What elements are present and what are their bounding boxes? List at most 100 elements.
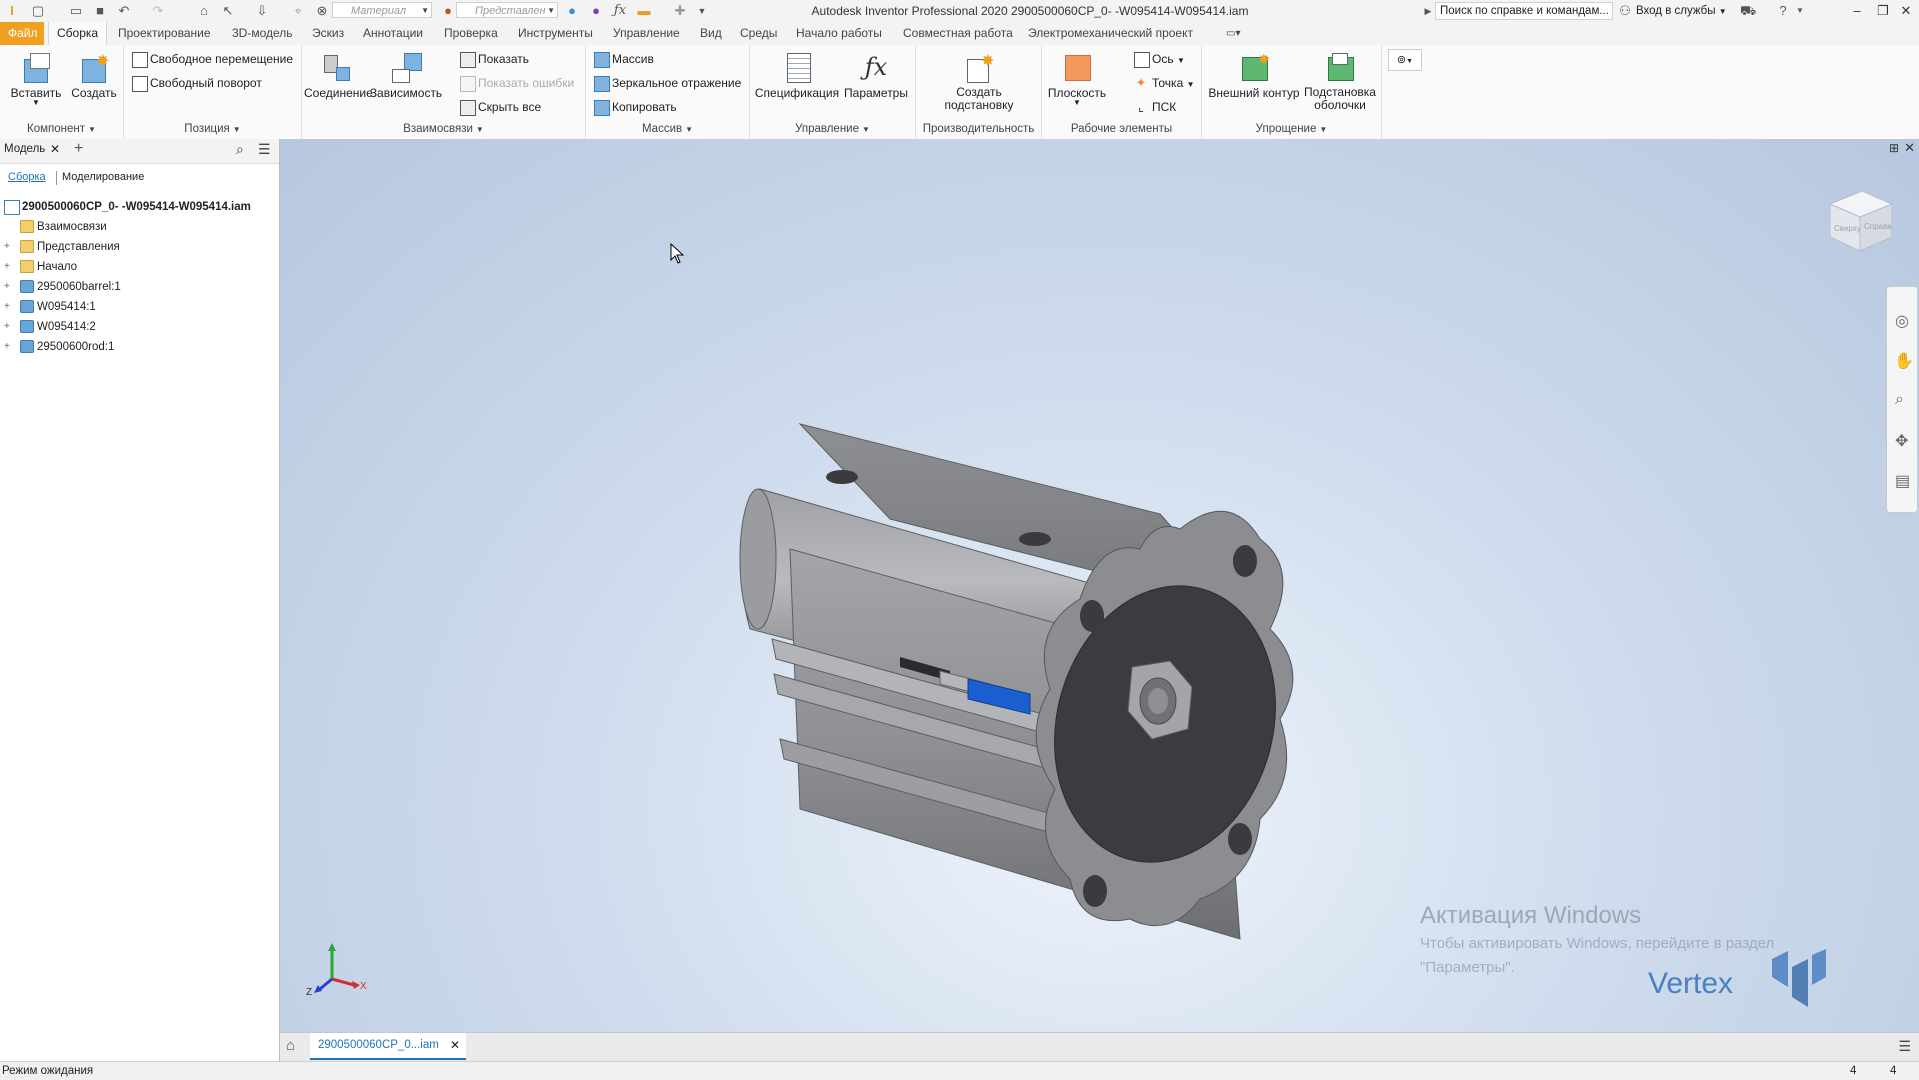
home-icon[interactable]: ⌂: [196, 3, 212, 19]
tab-collaborate[interactable]: Совместная работа: [895, 22, 1021, 45]
show-button[interactable]: Показать: [458, 49, 529, 69]
undo-icon[interactable]: ↶: [116, 3, 132, 19]
mode-assembly[interactable]: Сборка: [8, 171, 46, 183]
panel-title-component[interactable]: Компонент ▼: [0, 121, 123, 137]
tab-tools[interactable]: Инструменты: [510, 22, 601, 45]
doc-tab-active[interactable]: 2900500060CP_0...iam ✕: [310, 1033, 466, 1060]
panel-title-relationships[interactable]: Взаимосвязи ▼: [302, 121, 585, 137]
expand-icon[interactable]: +: [4, 322, 13, 332]
tab-electromechanical[interactable]: Электромеханический проект: [1020, 22, 1201, 45]
constrain-button[interactable]: Зависимость: [368, 47, 444, 117]
tab-annotate[interactable]: Аннотации: [355, 22, 431, 45]
color-override-icon[interactable]: ●: [564, 3, 580, 19]
expand-icon[interactable]: +: [4, 282, 13, 292]
copy-button[interactable]: Копировать: [592, 97, 677, 117]
tab-3d-model[interactable]: 3D-модель: [224, 22, 301, 45]
new-icon[interactable]: ▢: [30, 3, 46, 19]
material-combo[interactable]: Материал ▼: [332, 2, 432, 18]
search-icon[interactable]: ⌕: [236, 141, 244, 158]
chevron-down-icon[interactable]: ▼: [1792, 3, 1808, 19]
orbit-icon[interactable]: ✥: [1895, 431, 1908, 451]
ilogic-icon[interactable]: ▬: [636, 3, 652, 19]
steering-wheel-icon[interactable]: ◎: [1895, 311, 1909, 331]
customize-icon[interactable]: ▼: [694, 3, 710, 19]
expand-icon[interactable]: +: [4, 302, 13, 312]
tab-sketch[interactable]: Эскиз: [304, 22, 352, 45]
free-rotate-button[interactable]: Свободный поворот: [130, 73, 262, 93]
clear-appearance-icon[interactable]: ●: [588, 3, 604, 19]
inventor-logo-icon[interactable]: I: [4, 3, 20, 19]
expand-icon[interactable]: +: [4, 242, 13, 252]
add-tab-icon[interactable]: +: [74, 140, 83, 158]
ucs-button[interactable]: ⌞ ПСК: [1132, 97, 1176, 117]
create-substitute-button[interactable]: ✸ Создать подстановку: [924, 47, 1034, 117]
cart-icon[interactable]: ⛟: [1740, 3, 1756, 19]
viewcube[interactable]: Сверху Справа: [1820, 179, 1900, 259]
select-icon[interactable]: ↖: [220, 3, 236, 19]
show-errors-button[interactable]: Показать ошибки: [458, 73, 574, 93]
tab-inspect[interactable]: Проверка: [436, 22, 506, 45]
panel-title-position[interactable]: Позиция ▼: [124, 121, 301, 137]
pattern-button[interactable]: Массив: [592, 49, 654, 69]
tab-manage[interactable]: Управление: [605, 22, 688, 45]
point-button[interactable]: ✦ Точка ▼: [1132, 73, 1195, 93]
redo-icon[interactable]: ↷: [150, 3, 166, 19]
help-icon[interactable]: ?: [1775, 3, 1791, 19]
chevron-right-icon[interactable]: ▶: [1420, 3, 1436, 19]
browser-tab-model[interactable]: Модель: [4, 143, 45, 155]
panel-title-manage[interactable]: Управление ▼: [750, 121, 915, 137]
ribbon-display-options-icon[interactable]: ▭▾: [1218, 22, 1248, 45]
expand-icon[interactable]: +: [4, 262, 13, 272]
create-button[interactable]: ✸ Создать: [66, 47, 122, 117]
tab-assembly[interactable]: Сборка: [48, 22, 108, 45]
axis-button[interactable]: Ось ▼: [1132, 49, 1185, 69]
chevron-down-icon: ▼: [1186, 80, 1195, 89]
close-icon[interactable]: ✕: [450, 1038, 460, 1052]
shrinkwrap-button[interactable]: Подстановка оболочки: [1302, 47, 1378, 117]
tab-environments[interactable]: Среды: [732, 22, 785, 45]
measure-icon[interactable]: ⌖: [290, 3, 306, 19]
maximize-viewport-icon[interactable]: ⊞: [1889, 141, 1899, 155]
insert-button[interactable]: Вставить ▼: [6, 47, 66, 117]
pan-icon[interactable]: ✋: [1894, 351, 1914, 371]
save-icon[interactable]: ■: [92, 3, 108, 19]
close-icon[interactable]: ✕: [1893, 0, 1919, 22]
menu-icon[interactable]: ☰: [1898, 1038, 1911, 1055]
tab-get-started[interactable]: Начало работы: [788, 22, 890, 45]
bom-button[interactable]: Спецификация: [754, 47, 840, 117]
minimize-icon[interactable]: –: [1844, 0, 1870, 22]
mirror-button[interactable]: Зеркальное отражение: [592, 73, 741, 93]
cylinder-model[interactable]: [700, 339, 1560, 959]
joint-icon: [320, 51, 352, 83]
close-icon[interactable]: ✕: [1904, 140, 1915, 156]
fx-icon[interactable]: ƒx: [612, 3, 628, 19]
zoom-icon[interactable]: ⌕: [1895, 391, 1904, 409]
look-at-icon[interactable]: ▤: [1895, 471, 1910, 491]
expand-icon[interactable]: +: [4, 342, 13, 352]
open-icon[interactable]: ▭: [68, 3, 84, 19]
tab-design[interactable]: Проектирование: [110, 22, 219, 45]
signin-link[interactable]: Вход в службы ▼: [1636, 3, 1727, 19]
hide-all-button[interactable]: Скрыть все: [458, 97, 541, 117]
parameters-button[interactable]: ƒx Параметры: [840, 47, 912, 117]
joint-button[interactable]: Соединение: [304, 47, 373, 117]
tab-file[interactable]: Файл: [0, 22, 44, 45]
mode-modeling[interactable]: Моделирование: [62, 171, 144, 183]
graphics-viewport[interactable]: ⊞ ✕ Сверху Справа ◎ ✋ ⌕ ✥ ▤ X Z Активаци…: [280, 139, 1919, 1032]
update-icon[interactable]: ⇩: [254, 3, 270, 19]
help-search-input[interactable]: Поиск по справке и командам...: [1435, 2, 1613, 20]
envelope-button[interactable]: ✸ Внешний контур: [1206, 47, 1302, 117]
user-icon[interactable]: ⚇: [1617, 3, 1633, 19]
plane-button[interactable]: Плоскость ▼: [1046, 47, 1108, 117]
free-move-button[interactable]: Свободное перемещение: [130, 49, 293, 69]
panel-title-pattern[interactable]: Массив ▼: [586, 121, 749, 137]
ribbon-extra-dropdown[interactable]: ⊚▼: [1388, 49, 1422, 71]
panel-title-simplification[interactable]: Упрощение ▼: [1202, 121, 1381, 137]
home-icon[interactable]: ⌂: [286, 1037, 295, 1054]
material-icon[interactable]: ⊗: [314, 3, 330, 19]
menu-icon[interactable]: ☰: [258, 141, 271, 158]
close-icon[interactable]: ✕: [50, 142, 60, 156]
appearance-combo[interactable]: Представлен ▼: [456, 2, 558, 18]
tab-view[interactable]: Вид: [692, 22, 730, 45]
plus-icon[interactable]: ✚: [672, 3, 688, 19]
